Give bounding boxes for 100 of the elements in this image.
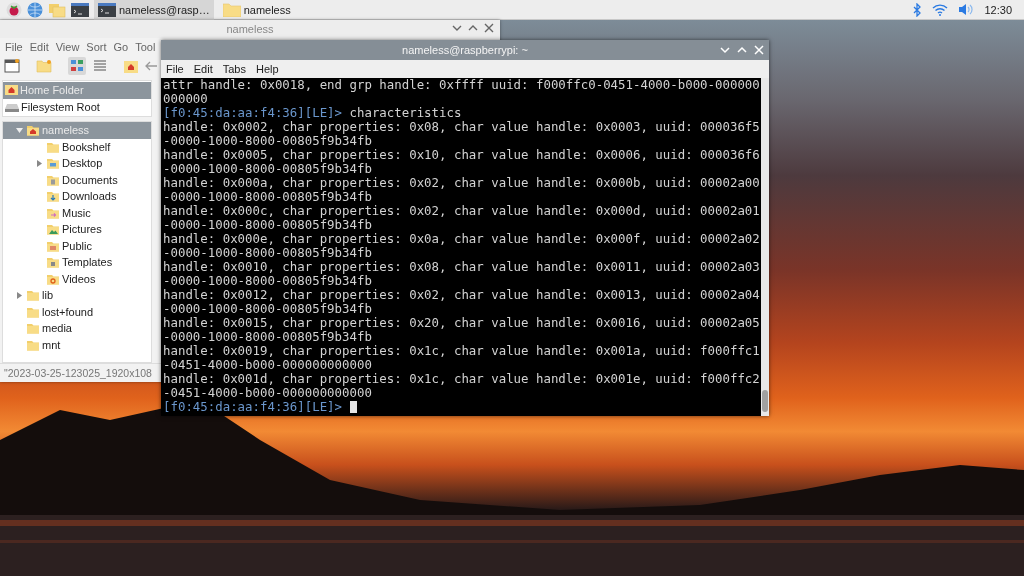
downloads-folder-icon: [46, 189, 60, 204]
status-text: "2023-03-25-123025_1920x108: [4, 367, 152, 379]
home-folder-icon: [26, 123, 40, 138]
scrollbar-thumb[interactable]: [762, 390, 768, 412]
menu-item[interactable]: View: [55, 40, 80, 53]
scrollbar[interactable]: [761, 78, 769, 416]
folder-icon: [26, 288, 40, 303]
menu-item[interactable]: Tabs: [222, 63, 246, 75]
tree-item[interactable]: Desktop: [3, 155, 151, 172]
tree-item-label: media: [42, 322, 72, 335]
speaker-icon[interactable]: [958, 3, 975, 16]
terminal-line: handle: 0x0012, char properties: 0x02, char value handle: 0x0013, uuid: 00002a04: [163, 288, 761, 302]
menu-item[interactable]: Edit: [29, 40, 49, 53]
menu-item[interactable]: Edit: [193, 63, 213, 75]
wifi-icon[interactable]: [932, 3, 949, 16]
tree-item[interactable]: Bookshelf: [3, 138, 151, 155]
close-icon[interactable]: [484, 23, 494, 33]
tree-item-label: Downloads: [62, 190, 117, 203]
minimize-icon[interactable]: [720, 45, 730, 55]
terminal-line: handle: 0x0019, char properties: 0x1c, char value handle: 0x001a, uuid: f000ffc1: [163, 344, 761, 358]
terminal-line: handle: 0x0015, char properties: 0x20, char value handle: 0x0016, uuid: 00002a05: [163, 316, 761, 330]
tree-item-label: Bookshelf: [62, 140, 111, 153]
new-window-icon[interactable]: [4, 59, 20, 73]
terminal-icon[interactable]: [71, 1, 89, 18]
expander-open-icon[interactable]: [16, 127, 23, 133]
terminal-line: -0000-1000-8000-00805f9b34fb: [163, 218, 372, 232]
minimize-icon[interactable]: [452, 23, 462, 33]
terminal-prompt: [f0:45:da:aa:f4:36][LE]>: [163, 399, 343, 414]
terminal-line: -0000-1000-8000-00805f9b34fb: [163, 190, 372, 204]
tree-item[interactable]: Videos: [3, 270, 151, 287]
tree-item-label: Music: [62, 206, 91, 219]
tree-item[interactable]: Documents: [3, 171, 151, 188]
home-folder-icon: [5, 84, 18, 97]
clock[interactable]: 12:30: [984, 3, 1012, 16]
taskbar-button[interactable]: nameless: [218, 0, 295, 20]
tree-item-label: Public: [62, 239, 92, 252]
templates-folder-icon: [46, 255, 60, 270]
tree-item[interactable]: media: [3, 320, 151, 337]
terminal-line: handle: 0x0010, char properties: 0x08, char value handle: 0x0011, uuid: 00002a03: [163, 260, 761, 274]
icon-view-icon[interactable]: [69, 58, 85, 74]
tree-item-label: Videos: [62, 272, 96, 285]
terminal-line: handle: 0x000e, char properties: 0x0a, char value handle: 0x000f, uuid: 00002a02: [163, 232, 761, 246]
terminal-line: -0000-1000-8000-00805f9b34fb: [163, 302, 372, 316]
tree-item[interactable]: Pictures: [3, 221, 151, 238]
terminal-line: -0000-1000-8000-00805f9b34fb: [163, 162, 372, 176]
terminal-line: handle: 0x000a, char properties: 0x02, char value handle: 0x000b, uuid: 00002a00: [163, 176, 761, 190]
raspberry-icon[interactable]: [6, 1, 22, 18]
menu-item[interactable]: Help: [255, 63, 279, 75]
back-arrow-icon[interactable]: [144, 60, 158, 72]
terminal-prompt: [f0:45:da:aa:f4:36][LE]>: [163, 105, 343, 120]
terminal-line: -0000-1000-8000-00805f9b34fb: [163, 246, 372, 260]
folder-icon: [222, 2, 241, 17]
tree-item-label: lost+found: [42, 305, 94, 318]
terminal-line: -0000-1000-8000-00805f9b34fb: [163, 330, 372, 344]
expander-closed-icon[interactable]: [17, 291, 22, 299]
list-view-icon[interactable]: [92, 59, 108, 73]
tree-item[interactable]: lib: [3, 287, 151, 304]
menu-item[interactable]: Go: [113, 40, 129, 53]
terminal-line: -0000-1000-8000-00805f9b34fb: [163, 274, 372, 288]
home-icon[interactable]: [124, 59, 138, 73]
tree-item[interactable]: Music: [3, 204, 151, 221]
tree-item-label: mnt: [42, 338, 61, 351]
tree-item-label: lib: [42, 289, 53, 302]
terminal-line: 000000: [163, 92, 209, 106]
new-folder-icon[interactable]: [36, 59, 52, 73]
terminal-line: handle: 0x000c, char properties: 0x02, char value handle: 0x000d, uuid: 00002a01: [163, 204, 761, 218]
tree-item[interactable]: mnt: [3, 336, 151, 353]
globe-icon[interactable]: [27, 1, 43, 18]
tree-item-label: Pictures: [62, 223, 102, 236]
terminal-line: handle: 0x0005, char properties: 0x10, char value handle: 0x0006, uuid: 000036f6: [163, 148, 761, 162]
terminal-line: -0451-4000-b000-000000000000: [163, 358, 372, 372]
tree-item[interactable]: lost+found: [3, 303, 151, 320]
terminal-line: attr handle: 0x0018, end grp handle: 0xffff uuid: f000ffc0-0451-4000-b000-000000: [163, 78, 761, 92]
desktop-folder-icon: [46, 156, 60, 171]
tree-item-label: Templates: [62, 256, 113, 269]
terminal-line: -0000-1000-8000-00805f9b34fb: [163, 134, 372, 148]
expander-closed-icon[interactable]: [37, 159, 42, 167]
tree-item-label: Desktop: [62, 157, 103, 170]
pictures-folder-icon: [46, 222, 60, 237]
tree-item-label: Documents: [62, 173, 118, 186]
menu-item[interactable]: File: [166, 63, 184, 75]
terminal-line: -0451-4000-b000-000000000000: [163, 386, 372, 400]
menu-item[interactable]: File: [5, 40, 23, 53]
bluetooth-icon[interactable]: [912, 2, 923, 17]
window-title: nameless: [226, 23, 274, 35]
menu-item[interactable]: Tool: [135, 40, 156, 53]
tree-item-label: nameless: [42, 124, 90, 137]
terminal-icon: [98, 2, 116, 17]
taskbar-button[interactable]: nameless@rasp…: [94, 0, 214, 20]
maximize-icon[interactable]: [737, 45, 747, 55]
tree-item[interactable]: Public: [3, 237, 151, 254]
window-title: nameless@raspberrypi: ~: [402, 44, 528, 56]
tree-item[interactable]: Downloads: [3, 188, 151, 205]
places-item[interactable]: Filesystem Root: [3, 98, 151, 115]
maximize-icon[interactable]: [468, 23, 478, 33]
terminal-command: characteristics: [349, 105, 462, 120]
tree-item[interactable]: Templates: [3, 254, 151, 271]
terminal-line: handle: 0x001d, char properties: 0x1c, char value handle: 0x001e, uuid: f000ffc2: [163, 372, 761, 386]
terminal-line: handle: 0x0002, char properties: 0x08, char value handle: 0x0003, uuid: 000036f5: [163, 120, 761, 134]
menu-item[interactable]: Sort: [86, 40, 107, 53]
